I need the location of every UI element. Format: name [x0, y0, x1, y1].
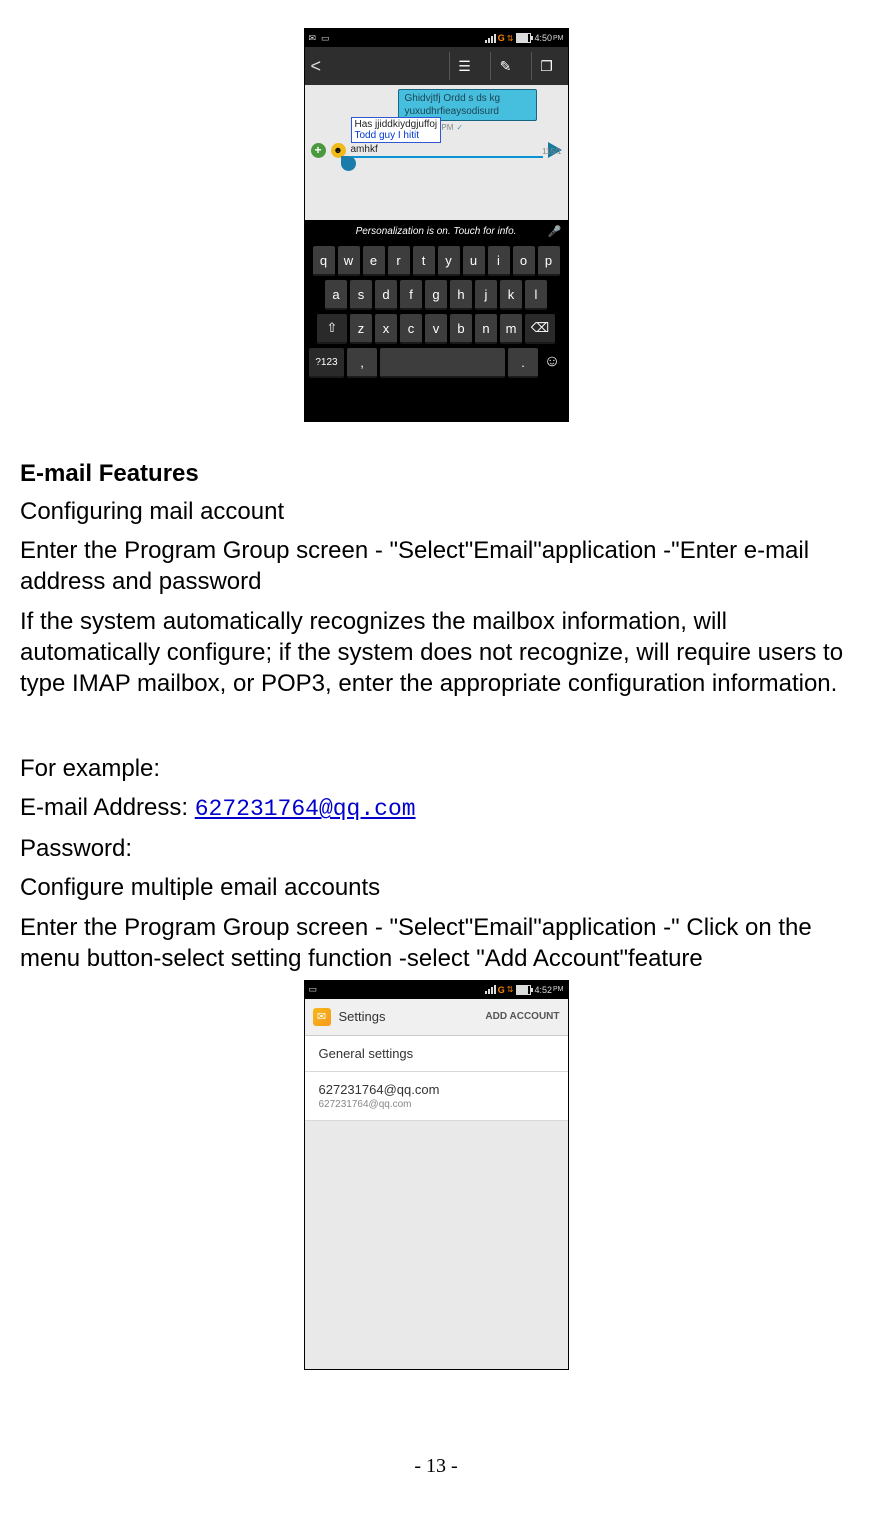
- key-o[interactable]: o: [513, 246, 535, 276]
- key-t[interactable]: t: [413, 246, 435, 276]
- add-account-button[interactable]: ADD ACCOUNT: [485, 1011, 559, 1022]
- email-label: E-mail Address:: [20, 794, 195, 821]
- key-d[interactable]: d: [375, 280, 397, 310]
- key-e[interactable]: e: [363, 246, 385, 276]
- space-key[interactable]: [380, 348, 505, 378]
- symbols-key[interactable]: ?123: [309, 348, 344, 378]
- char-count: 115/1: [542, 147, 561, 156]
- data-arrows-icon: ⇅: [507, 34, 514, 43]
- settings-header: ✉ Settings ADD ACCOUNT: [305, 999, 568, 1036]
- email-address-line: E-mail Address: 627231764@qq.com: [20, 792, 852, 825]
- screenshot-email-settings: ▭ G ⇅ 4:52 PM ✉ Settings ADD ACCOUNT Gen…: [304, 980, 569, 1370]
- status-bar: ✉ ▭ G ⇅ 4:50 PM: [305, 29, 568, 47]
- back-icon[interactable]: <: [311, 56, 322, 77]
- status-pm: PM: [553, 35, 564, 42]
- key-l[interactable]: l: [525, 280, 547, 310]
- key-g[interactable]: g: [425, 280, 447, 310]
- signal-icon: [485, 34, 496, 43]
- key-b[interactable]: b: [450, 314, 472, 344]
- card-icon: ▭: [321, 33, 330, 44]
- chat-area: Ghidvjtfj Ordd s ds kg yuxudhrfieaysodis…: [305, 85, 568, 220]
- suggest-line1: Has jjiddkiydgjuffoj: [355, 119, 438, 130]
- key-h[interactable]: h: [450, 280, 472, 310]
- network-g: G: [498, 33, 505, 43]
- keyboard-hint: Personalization is on. Touch for info. 🎤: [305, 220, 568, 242]
- settings-app-icon: ✉: [313, 1008, 331, 1026]
- status-bar: ▭ G ⇅ 4:52 PM: [305, 981, 568, 999]
- key-n[interactable]: n: [475, 314, 497, 344]
- key-z[interactable]: z: [350, 314, 372, 344]
- paragraph: For example:: [20, 753, 852, 784]
- section-title: E-mail Features: [20, 460, 852, 488]
- suggestion-popup: Has jjiddkiydgjuffoj Todd guy I hitit: [351, 117, 442, 143]
- paragraph: Configuring mail account: [20, 496, 852, 527]
- battery-icon: [516, 985, 531, 995]
- emoji-key[interactable]: ☺: [541, 348, 563, 376]
- account-row[interactable]: 627231764@qq.com 627231764@qq.com: [305, 1072, 568, 1121]
- key-m[interactable]: m: [500, 314, 522, 344]
- paragraph: Enter the Program Group screen - "Select…: [20, 912, 852, 974]
- key-p[interactable]: p: [538, 246, 560, 276]
- blank-area: [305, 1121, 568, 1370]
- backspace-key[interactable]: ⌫: [525, 314, 555, 344]
- key-s[interactable]: s: [350, 280, 372, 310]
- card-icon: ▭: [309, 984, 318, 995]
- key-u[interactable]: u: [463, 246, 485, 276]
- list-icon[interactable]: ☰: [449, 52, 480, 80]
- key-x[interactable]: x: [375, 314, 397, 344]
- network-g: G: [498, 985, 505, 995]
- add-attachment-icon[interactable]: +: [311, 143, 326, 158]
- comma-key[interactable]: ,: [347, 348, 377, 378]
- edit-icon[interactable]: ✎: [490, 52, 521, 80]
- cursor-handle-icon[interactable]: [341, 156, 356, 171]
- key-k[interactable]: k: [500, 280, 522, 310]
- status-time: 4:50: [534, 33, 552, 43]
- suggest-line2: Todd guy I hitit: [355, 130, 419, 141]
- screenshot-chat-keyboard: ✉ ▭ G ⇅ 4:50 PM < ☰ ✎ ❐ Ghidvjtfj Ordd s…: [304, 28, 569, 422]
- input-text: amhkf: [351, 144, 543, 155]
- message-input[interactable]: Has jjiddkiydgjuffoj Todd guy I hitit am…: [351, 143, 543, 158]
- mic-icon[interactable]: 🎤: [548, 225, 562, 238]
- paragraph: Enter the Program Group screen - "Select…: [20, 535, 852, 597]
- paragraph: Configure multiple email accounts: [20, 872, 852, 903]
- account-email: 627231764@qq.com: [319, 1082, 554, 1097]
- key-i[interactable]: i: [488, 246, 510, 276]
- key-w[interactable]: w: [338, 246, 360, 276]
- key-y[interactable]: y: [438, 246, 460, 276]
- key-a[interactable]: a: [325, 280, 347, 310]
- status-pm: PM: [553, 986, 564, 993]
- key-j[interactable]: j: [475, 280, 497, 310]
- battery-icon: [516, 33, 531, 43]
- chat-header: < ☰ ✎ ❐: [305, 47, 568, 85]
- keyboard: qwertyuiop asdfghjkl ⇧ zxcvbnm ⌫ ?123 , …: [305, 242, 568, 386]
- settings-title: Settings: [339, 1009, 478, 1024]
- paragraph: Password:: [20, 833, 852, 864]
- data-arrows-icon: ⇅: [507, 985, 514, 994]
- page-number: - 13 -: [0, 1455, 872, 1478]
- general-settings-row[interactable]: General settings: [305, 1036, 568, 1072]
- sms-icon: ✉: [309, 33, 317, 44]
- check-icon: ✓: [456, 123, 463, 132]
- email-link[interactable]: 627231764@qq.com: [195, 796, 416, 822]
- shift-key[interactable]: ⇧: [317, 314, 347, 344]
- key-v[interactable]: v: [425, 314, 447, 344]
- paragraph: If the system automatically recognizes t…: [20, 606, 852, 700]
- key-r[interactable]: r: [388, 246, 410, 276]
- period-key[interactable]: .: [508, 348, 538, 378]
- windows-icon[interactable]: ❐: [531, 52, 562, 80]
- key-q[interactable]: q: [313, 246, 335, 276]
- key-f[interactable]: f: [400, 280, 422, 310]
- account-sub: 627231764@qq.com: [319, 1099, 554, 1110]
- signal-icon: [485, 985, 496, 994]
- status-time: 4:52: [534, 985, 552, 995]
- key-c[interactable]: c: [400, 314, 422, 344]
